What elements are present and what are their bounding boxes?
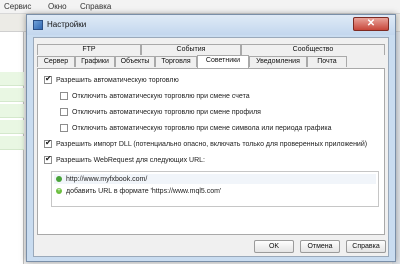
- list-item[interactable]: [0, 136, 24, 150]
- allow-webrequest-checkbox[interactable]: [44, 154, 52, 164]
- disable-account-change-label: Отключить автоматическую торговлю при см…: [72, 92, 250, 100]
- option-auto-trading[interactable]: Разрешить автоматическую торговлю: [44, 74, 179, 85]
- option-allow-webrequest[interactable]: Разрешить WebRequest для следующих URL:: [44, 154, 205, 165]
- option-allow-dll[interactable]: Разрешить импорт DLL (потенциально опасн…: [44, 138, 368, 149]
- list-item[interactable]: [0, 104, 24, 118]
- dialog-titlebar[interactable]: Настройки ✕: [27, 15, 395, 35]
- add-url-text: добавить URL в формате 'https://www.mql5…: [66, 187, 222, 195]
- disable-profile-change-checkbox[interactable]: [60, 108, 68, 116]
- allow-dll-label: Разрешить импорт DLL (потенциально опасн…: [56, 140, 368, 148]
- tab-charts[interactable]: Графики: [75, 56, 115, 67]
- expert-advisors-panel: Разрешить автоматическую торговлю Отключ…: [37, 68, 385, 235]
- green-dot-icon: [56, 176, 62, 182]
- list-item[interactable]: [0, 88, 24, 102]
- menu-service[interactable]: Сервис: [4, 2, 31, 11]
- tab-community[interactable]: Сообщество: [241, 44, 385, 55]
- list-item[interactable]: [0, 120, 24, 134]
- allow-dll-checkbox[interactable]: [44, 138, 52, 148]
- list-item[interactable]: http://www.myfxbook.com/: [54, 174, 376, 184]
- app-icon: [33, 20, 43, 30]
- tab-server[interactable]: Сервер: [37, 56, 75, 67]
- auto-trading-checkbox[interactable]: [44, 74, 52, 84]
- tab-ftp[interactable]: FTP: [37, 44, 141, 55]
- tab-expert-advisors[interactable]: Советники: [197, 55, 249, 68]
- option-disable-symbol-change[interactable]: Отключить автоматическую торговлю при см…: [60, 123, 331, 133]
- tab-trade[interactable]: Торговля: [155, 56, 197, 67]
- cancel-button[interactable]: Отмена: [300, 240, 340, 253]
- help-button[interactable]: Справка: [346, 240, 386, 253]
- option-disable-account-change[interactable]: Отключить автоматическую торговлю при см…: [60, 91, 250, 101]
- tab-objects[interactable]: Объекты: [115, 56, 155, 67]
- menu-window[interactable]: Окно: [48, 2, 67, 11]
- url-text: http://www.myfxbook.com/: [66, 175, 148, 183]
- auto-trading-label: Разрешить автоматическую торговлю: [56, 76, 179, 84]
- option-disable-profile-change[interactable]: Отключить автоматическую торговлю при см…: [60, 107, 261, 117]
- list-item[interactable]: [0, 72, 24, 86]
- list-item[interactable]: + добавить URL в формате 'https://www.mq…: [54, 186, 221, 196]
- tab-notifications[interactable]: Уведомления: [249, 56, 307, 67]
- tab-email[interactable]: Почта: [307, 56, 347, 67]
- disable-account-change-checkbox[interactable]: [60, 92, 68, 100]
- market-watch-panel: [0, 32, 24, 264]
- plus-icon: +: [56, 188, 62, 194]
- webrequest-url-list[interactable]: http://www.myfxbook.com/ + добавить URL …: [51, 171, 379, 207]
- settings-dialog: Настройки ✕ FTP События Сообщество Серве…: [26, 14, 396, 262]
- allow-webrequest-label: Разрешить WebRequest для следующих URL:: [56, 156, 205, 164]
- ok-button[interactable]: OK: [254, 240, 294, 253]
- app-menubar: Сервис Окно Справка: [0, 0, 400, 14]
- dialog-title: Настройки: [47, 20, 87, 29]
- dialog-client: FTP События Сообщество Сервер Графики Об…: [33, 37, 389, 257]
- close-button[interactable]: ✕: [353, 17, 389, 31]
- tab-events[interactable]: События: [141, 44, 241, 55]
- disable-symbol-change-checkbox[interactable]: [60, 124, 68, 132]
- disable-symbol-change-label: Отключить автоматическую торговлю при см…: [72, 124, 332, 132]
- menu-help[interactable]: Справка: [80, 2, 111, 11]
- disable-profile-change-label: Отключить автоматическую торговлю при см…: [72, 108, 261, 116]
